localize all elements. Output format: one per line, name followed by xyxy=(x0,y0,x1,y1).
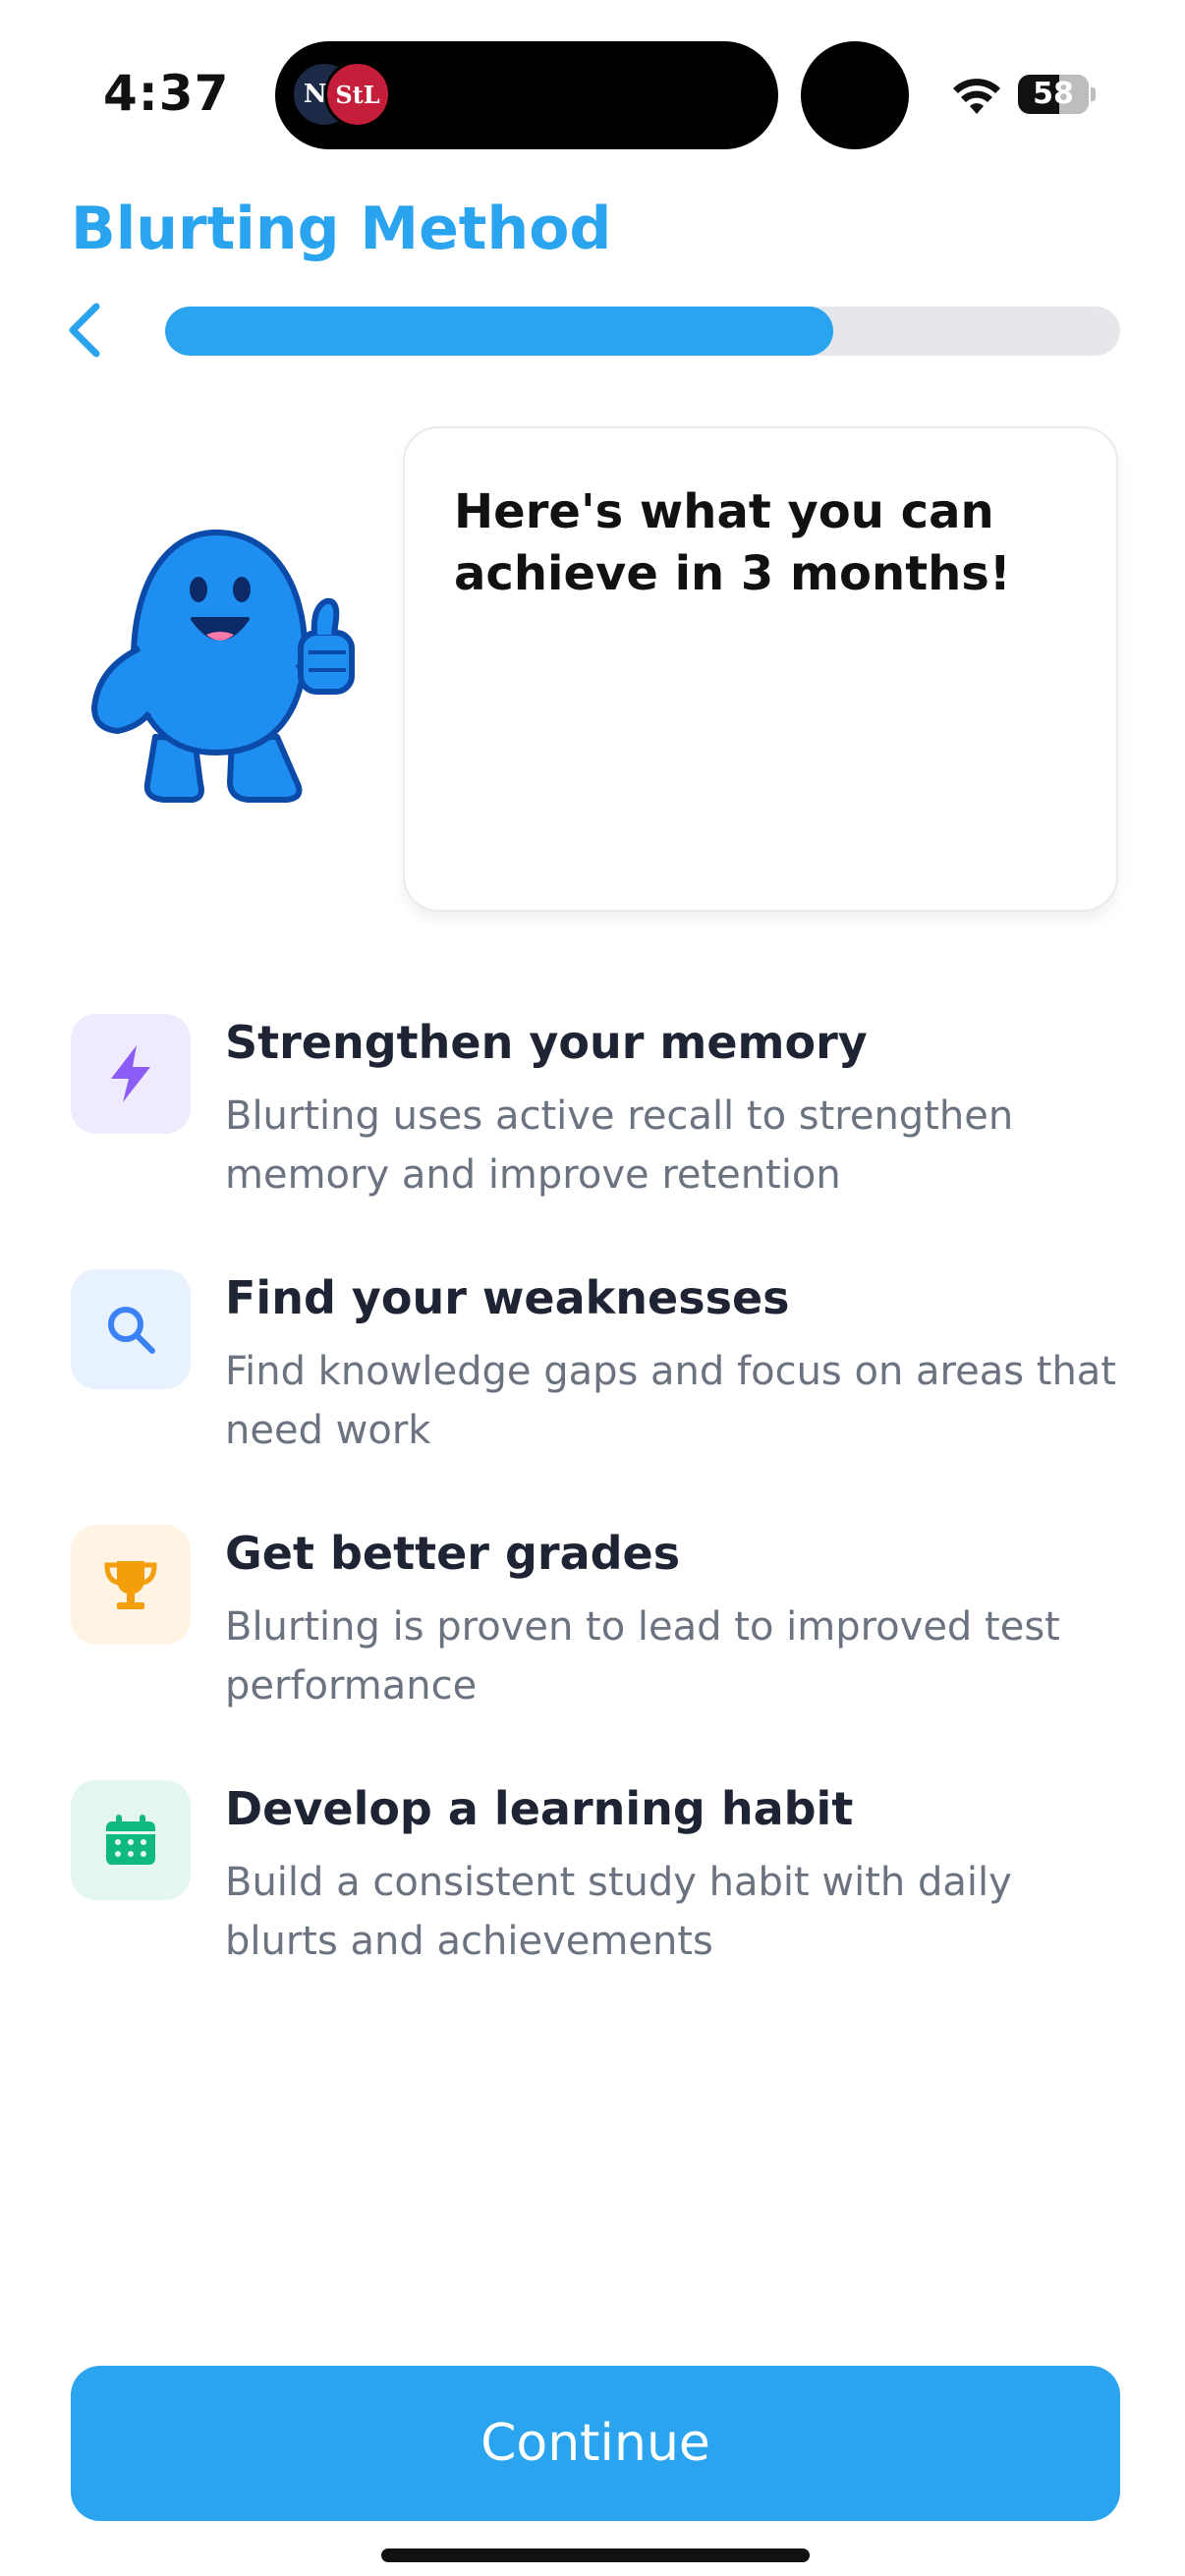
battery-icon: 58 xyxy=(1018,75,1089,114)
feature-item-grades: Get better grades Blurting is proven to … xyxy=(71,1519,1122,1774)
feature-icon-box xyxy=(71,1014,191,1134)
battery-cap xyxy=(1091,87,1096,101)
battery-level: 58 xyxy=(1033,77,1074,111)
onboarding-screen: 4:37 NY StL 58 Blurting Method xyxy=(0,0,1185,2576)
feature-title: Strengthen your memory xyxy=(225,1016,868,1069)
calendar-icon xyxy=(106,1815,155,1865)
search-icon xyxy=(108,1307,155,1354)
progress-fill xyxy=(165,307,834,356)
page-title: Blurting Method xyxy=(71,195,612,263)
feature-title: Find your weaknesses xyxy=(225,1271,790,1324)
cardinals-logo-text: StL xyxy=(335,80,380,109)
home-indicator xyxy=(381,2548,810,2562)
progress-bar xyxy=(165,307,1120,356)
feature-description: Blurting is proven to lead to improved t… xyxy=(225,1604,1060,1708)
feature-description: Build a consistent study habit with dail… xyxy=(225,1860,1012,1964)
feature-icon-box xyxy=(71,1269,191,1389)
feature-description: Find knowledge gaps and focus on areas t… xyxy=(225,1349,1116,1453)
feature-icon-box xyxy=(71,1525,191,1645)
feature-item-memory: Strengthen your memory Blurting uses act… xyxy=(71,1008,1122,1263)
feature-item-habit: Develop a learning habit Build a consist… xyxy=(71,1774,1122,2030)
back-button[interactable] xyxy=(57,295,112,365)
feature-item-weaknesses: Find your weaknesses Find knowledge gaps… xyxy=(71,1263,1122,1519)
blob-mascot-thumbs-up xyxy=(91,529,355,803)
feature-title: Get better grades xyxy=(225,1527,681,1580)
wifi-icon xyxy=(953,79,1000,114)
feature-description: Blurting uses active recall to strengthe… xyxy=(225,1093,1014,1198)
cardinals-logo-icon: StL xyxy=(324,61,391,128)
chevron-left-icon xyxy=(69,303,100,358)
lightning-icon xyxy=(111,1045,150,1102)
feature-title: Develop a learning habit xyxy=(225,1782,854,1835)
speech-card: Here's what you can achieve in 3 months! xyxy=(403,426,1118,912)
camera-cutout xyxy=(801,41,909,149)
feature-icon-box xyxy=(71,1780,191,1900)
status-time: 4:37 xyxy=(103,65,230,122)
trophy-icon xyxy=(104,1561,157,1609)
continue-button[interactable]: Continue xyxy=(71,2366,1120,2521)
feature-list: Strengthen your memory Blurting uses act… xyxy=(71,1008,1122,2030)
speech-text: Here's what you can achieve in 3 months! xyxy=(454,484,1011,602)
